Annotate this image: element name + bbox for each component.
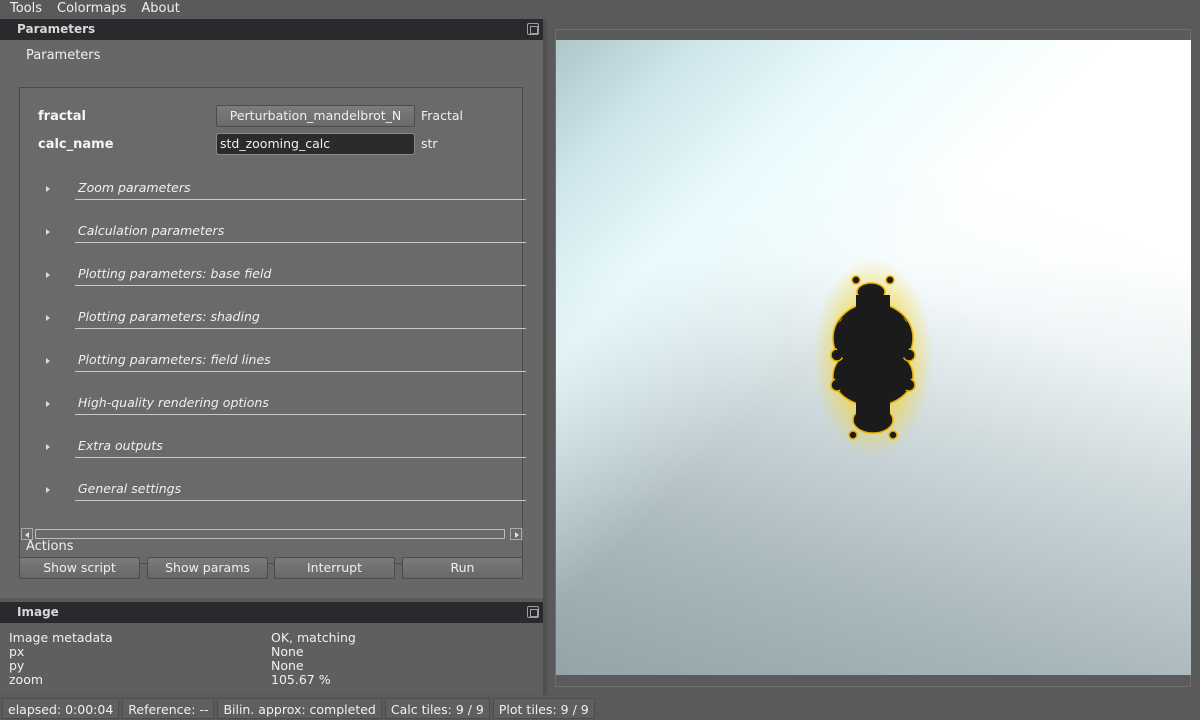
section-calculation-parameters[interactable]: Calculation parameters bbox=[38, 221, 526, 243]
section-divider bbox=[75, 457, 526, 458]
field-fractal-label: fractal bbox=[38, 108, 86, 124]
section-divider bbox=[75, 500, 526, 501]
section-extra-outputs[interactable]: Extra outputs bbox=[38, 436, 526, 458]
section-general-settings[interactable]: General settings bbox=[38, 479, 526, 501]
field-fractal: fractal Perturbation_mandelbrot_N Fracta… bbox=[38, 105, 508, 127]
field-calc-name-type: str bbox=[421, 136, 438, 151]
expand-arrow-icon bbox=[46, 487, 50, 493]
parameters-group-box: fractal Perturbation_mandelbrot_N Fracta… bbox=[19, 87, 526, 564]
show-params-button[interactable]: Show params bbox=[147, 557, 268, 579]
section-label: Plotting parameters: shading bbox=[78, 309, 260, 324]
run-button[interactable]: Run bbox=[402, 557, 523, 579]
statusbar: elapsed: 0:00:04 Reference: -- Bilin. ap… bbox=[0, 697, 1200, 720]
section-plotting-field-lines[interactable]: Plotting parameters: field lines bbox=[38, 350, 526, 372]
meta-value-px: None bbox=[271, 644, 304, 659]
expand-arrow-icon bbox=[46, 444, 50, 450]
meta-key-image-metadata: Image metadata bbox=[9, 630, 113, 645]
expand-arrow-icon bbox=[46, 229, 50, 235]
image-dock-title: Image bbox=[0, 602, 543, 623]
dock-float-icon[interactable] bbox=[527, 23, 539, 35]
meta-value-zoom: 105.67 % bbox=[271, 672, 331, 687]
field-calc-name-label: calc_name bbox=[38, 136, 114, 152]
section-label: Zoom parameters bbox=[78, 180, 191, 195]
status-plot-tiles: Plot tiles: 9 / 9 bbox=[492, 698, 595, 719]
menu-about[interactable]: About bbox=[136, 0, 184, 18]
section-label: General settings bbox=[78, 481, 182, 496]
menu-tools[interactable]: Tools bbox=[5, 0, 47, 18]
expand-arrow-icon bbox=[46, 272, 50, 278]
meta-key-px: px bbox=[9, 644, 25, 659]
dock-splitter[interactable] bbox=[543, 19, 547, 695]
section-hq-rendering[interactable]: High-quality rendering options bbox=[38, 393, 526, 415]
status-elapsed: elapsed: 0:00:04 bbox=[2, 698, 120, 719]
section-label: Plotting parameters: field lines bbox=[78, 352, 271, 367]
field-fractal-type: Fractal bbox=[421, 108, 463, 123]
left-dock-area: Parameters Parameters fractal Perturbati… bbox=[0, 19, 543, 695]
section-divider bbox=[75, 371, 526, 372]
parameters-dock-title-label: Parameters bbox=[17, 22, 96, 36]
section-divider bbox=[75, 285, 526, 286]
section-plotting-base-field[interactable]: Plotting parameters: base field bbox=[38, 264, 526, 286]
menu-colormaps[interactable]: Colormaps bbox=[52, 0, 131, 18]
meta-value-py: None bbox=[271, 658, 304, 673]
section-divider bbox=[75, 328, 526, 329]
section-zoom-parameters[interactable]: Zoom parameters bbox=[38, 178, 526, 200]
section-divider bbox=[75, 414, 526, 415]
parameters-panel: Parameters fractal Perturbation_mandelbr… bbox=[0, 40, 543, 598]
expand-arrow-icon bbox=[46, 358, 50, 364]
horizontal-scrollbar[interactable] bbox=[20, 527, 523, 541]
meta-key-zoom: zoom bbox=[9, 672, 44, 687]
section-label: Calculation parameters bbox=[78, 223, 225, 238]
image-dock-title-label: Image bbox=[17, 605, 59, 619]
status-bilinear-approx: Bilin. approx: completed bbox=[217, 698, 382, 719]
expand-arrow-icon bbox=[46, 186, 50, 192]
field-calc-name: calc_name std_zooming_calc str bbox=[38, 133, 508, 155]
section-plotting-shading[interactable]: Plotting parameters: shading bbox=[38, 307, 526, 329]
actions-title: Actions bbox=[26, 539, 74, 554]
mandelbrot-set-shape bbox=[813, 258, 933, 458]
section-label: Plotting parameters: base field bbox=[78, 266, 272, 281]
status-calc-tiles: Calc tiles: 9 / 9 bbox=[384, 698, 490, 719]
meta-key-py: py bbox=[9, 658, 25, 673]
show-script-button[interactable]: Show script bbox=[19, 557, 140, 579]
parameters-group-title: Parameters bbox=[26, 48, 101, 63]
section-label: High-quality rendering options bbox=[78, 395, 269, 410]
meta-value-image-metadata: OK, matching bbox=[271, 630, 356, 645]
status-reference: Reference: -- bbox=[122, 698, 215, 719]
section-divider bbox=[75, 199, 526, 200]
fractal-select-button[interactable]: Perturbation_mandelbrot_N bbox=[216, 105, 415, 127]
dock-float-icon[interactable] bbox=[527, 606, 539, 618]
scroll-right-icon[interactable] bbox=[510, 528, 522, 540]
expand-arrow-icon bbox=[46, 401, 50, 407]
image-metadata-panel: Image metadata OK, matching px None py N… bbox=[0, 623, 543, 695]
menubar: Tools Colormaps About bbox=[0, 0, 1200, 18]
calc-name-input[interactable]: std_zooming_calc bbox=[216, 133, 415, 155]
section-label: Extra outputs bbox=[78, 438, 163, 453]
fractal-image[interactable] bbox=[556, 40, 1191, 675]
scrollbar-handle[interactable] bbox=[35, 529, 505, 539]
parameters-dock-title: Parameters bbox=[0, 19, 543, 40]
interrupt-button[interactable]: Interrupt bbox=[274, 557, 395, 579]
expand-arrow-icon bbox=[46, 315, 50, 321]
section-divider bbox=[75, 242, 526, 243]
